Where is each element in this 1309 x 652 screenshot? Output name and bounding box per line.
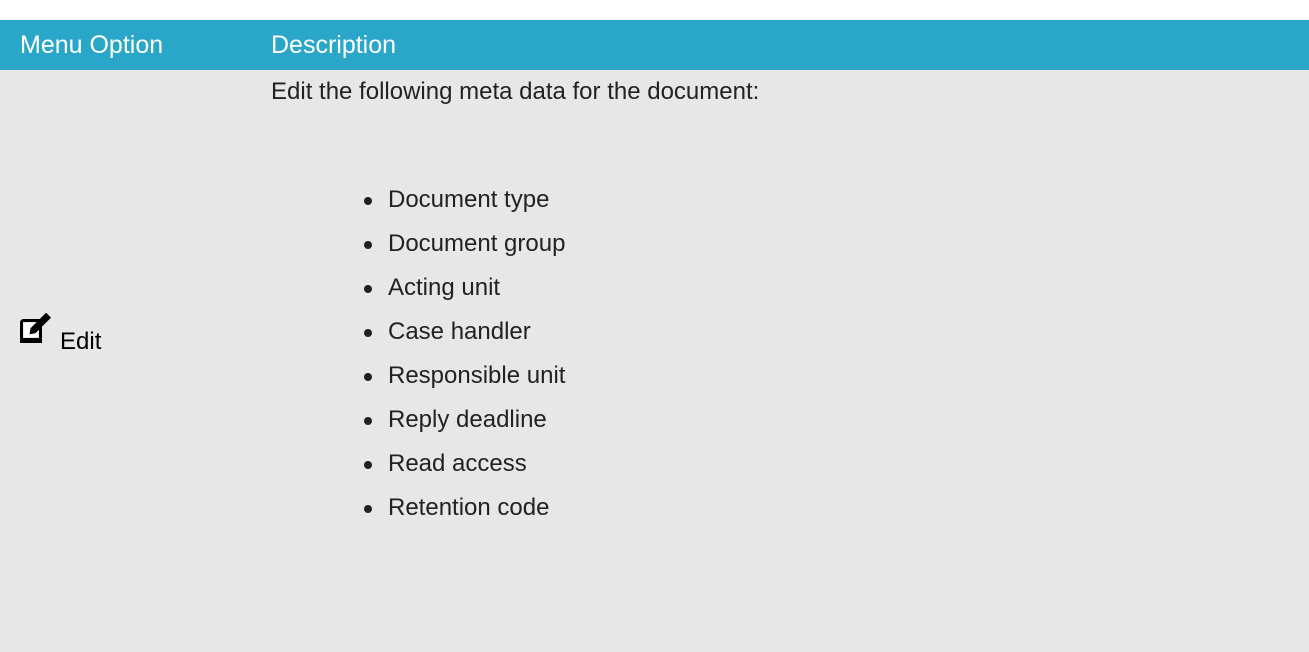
bullet-icon (364, 329, 372, 337)
edit-menu-option[interactable]: Edit (20, 312, 200, 357)
list-item-label: Case handler (388, 318, 531, 345)
list-item: Read access (364, 442, 565, 486)
header-menu-option: Menu Option (20, 31, 164, 59)
table-row: Edit Edit the following meta data for th… (0, 70, 1309, 652)
description-cell: Edit the following meta data for the doc… (271, 70, 1309, 652)
menu-options-table: Menu Option Description Edit Edit the fo… (0, 0, 1309, 652)
bullet-icon (364, 461, 372, 469)
list-item-label: Document type (388, 186, 550, 213)
metadata-list: Document type Document group Acting unit… (364, 178, 565, 530)
list-item-label: Reply deadline (388, 406, 547, 433)
list-item: Reply deadline (364, 398, 565, 442)
bullet-icon (364, 373, 372, 381)
bullet-icon (364, 285, 372, 293)
list-item-label: Acting unit (388, 274, 501, 301)
bullet-icon (364, 505, 372, 513)
edit-icon (20, 312, 56, 343)
list-item: Responsible unit (364, 354, 565, 398)
edit-label: Edit (60, 328, 102, 355)
list-item-label: Document group (388, 230, 566, 257)
list-item-label: Read access (388, 450, 527, 477)
list-item-label: Retention code (388, 494, 550, 521)
header-description: Description (271, 31, 397, 59)
bullet-icon (364, 417, 372, 425)
list-item: Retention code (364, 486, 565, 530)
list-item: Acting unit (364, 266, 565, 310)
description-intro: Edit the following meta data for the doc… (271, 78, 760, 105)
bullet-icon (364, 241, 372, 249)
list-item: Document group (364, 222, 565, 266)
list-item: Document type (364, 178, 565, 222)
table-header-row: Menu Option Description (0, 20, 1309, 70)
menu-option-cell: Edit (0, 70, 271, 652)
list-item: Case handler (364, 310, 565, 354)
list-item-label: Responsible unit (388, 362, 566, 389)
bullet-icon (364, 197, 372, 205)
